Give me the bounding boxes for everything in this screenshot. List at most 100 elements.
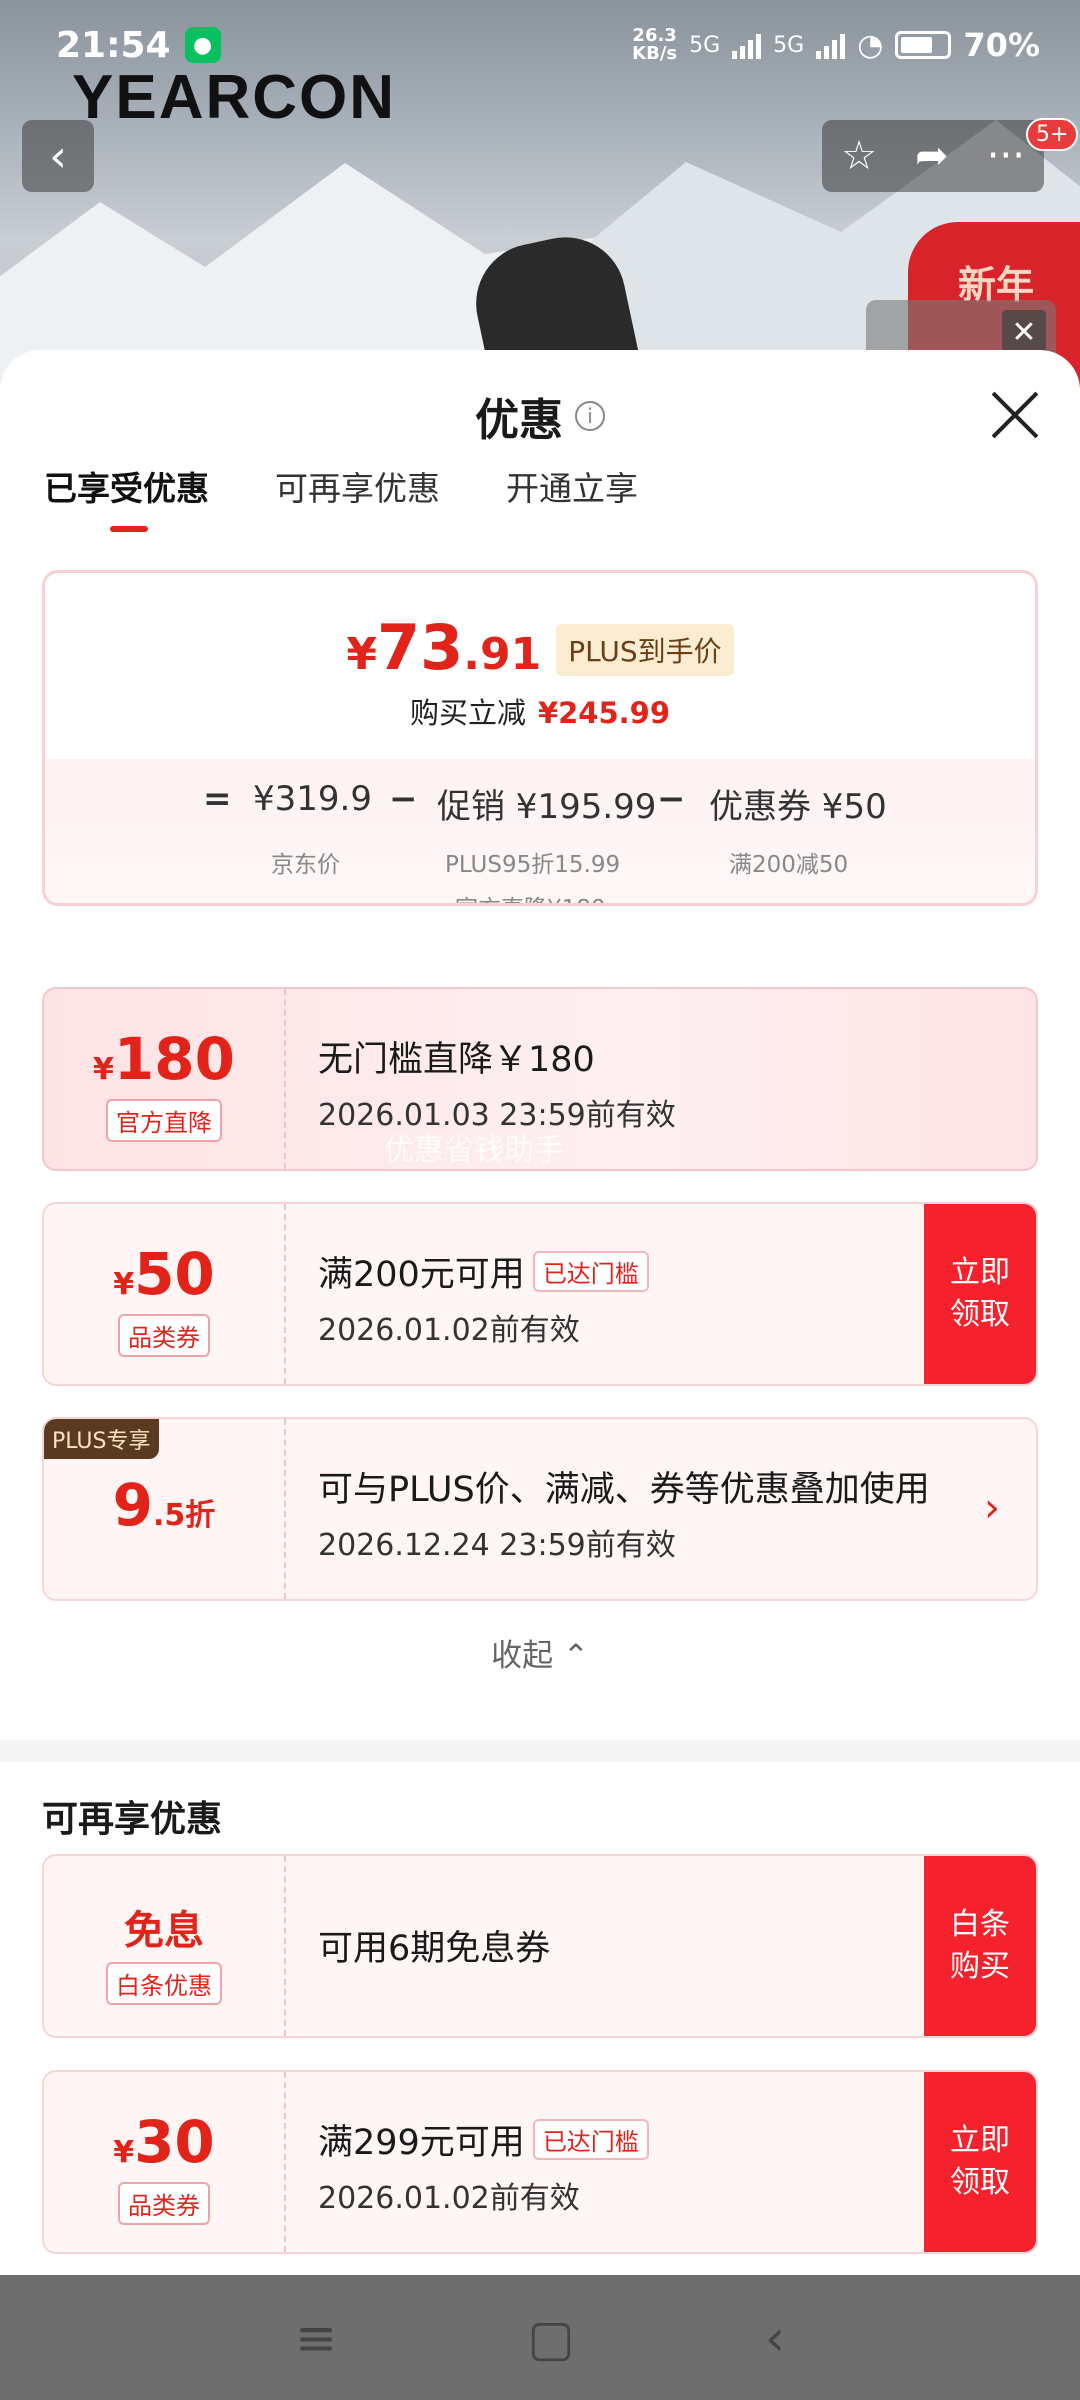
reached-badge: 已达门槛 (532, 1251, 649, 1292)
coupon-type-tag: 官方直降 (106, 1099, 222, 1142)
discount-sheet: 优惠 i 已享受优惠 可再享优惠 开通立享 ¥ 73 .91 PLUS到手价 购… (0, 350, 1080, 2275)
jd-price-label: 京东价 (271, 852, 340, 878)
coupon-amount: 免息 (44, 1898, 284, 1956)
price-summary: ¥ 73 .91 PLUS到手价 购买立减 ¥245.99 = ¥319.9 京东… (42, 570, 1038, 906)
action-label: 白条 (950, 1907, 1010, 1942)
coupon-title: 可与PLUS价、满减、券等优惠叠加使用 (318, 1470, 930, 1510)
chevron-right-icon[interactable]: › (984, 1485, 1000, 1531)
star-icon[interactable]: ☆ (841, 133, 877, 179)
back-button[interactable]: ‹ (22, 120, 94, 192)
coupon-sub: 满200减50 (729, 852, 849, 878)
sheet-header: 优惠 i (0, 350, 1080, 480)
currency-symbol: ¥ (113, 1267, 135, 1302)
price-decimal: .91 (463, 629, 542, 680)
reached-badge: 已达门槛 (532, 2119, 649, 2160)
reduce-label: 购买立减 (409, 696, 526, 730)
back-icon[interactable]: ‹ (765, 2309, 785, 2367)
coupon-date: 2026.12.24 23:59前有效 (318, 1528, 676, 1563)
amount-text: 免息 (124, 1908, 204, 1954)
price-integer: 73 (376, 611, 464, 684)
claim-label: 领取 (950, 2165, 1010, 2200)
claim-label: 立即 (950, 2123, 1010, 2158)
coupon-title: 满200元可用 已达门槛 (318, 1246, 916, 1297)
wifi-icon: ◔ (857, 27, 884, 63)
coupon-card: ¥ 50 品类券 满200元可用 已达门槛 2026.01.02前有效 立即领取 (42, 1202, 1038, 1386)
share-icon[interactable]: ➦ (915, 133, 949, 179)
final-price: ¥ 73 .91 (346, 611, 541, 684)
amount-number: 180 (113, 1025, 235, 1093)
coupon-date: 2026.01.02前有效 (318, 1313, 580, 1348)
minus-sign: − (389, 779, 418, 819)
claim-label: 领取 (950, 1297, 1010, 1332)
claim-button[interactable]: 立即 领取 (924, 2072, 1036, 2252)
amount-number: 30 (134, 2108, 215, 2176)
status-time: 21:54 (56, 24, 171, 66)
coupon-card: ¥ 30 品类券 满299元可用 已达门槛 2026.01.02前有效 立即 领取 (42, 2070, 1038, 2254)
reduce-value: ¥245.99 (537, 696, 671, 730)
signal-icon (816, 31, 846, 59)
close-icon[interactable] (990, 390, 1040, 440)
promo-value: 促销 ¥195.99 (437, 787, 657, 827)
section-title: 可再享优惠 (42, 1799, 223, 1840)
status-bar: 21:54 ● 26.3 KB/s 5G 5G ◔ 70% (0, 0, 1080, 90)
coupon-type-tag: 品类券 (118, 1314, 210, 1357)
system-nav-bar: ≡ ▢ ‹ (0, 2275, 1080, 2400)
wechat-icon: ● (184, 27, 221, 63)
watermark-text: 优惠省钱助手 (384, 1133, 564, 1168)
action-label: 购买 (950, 1949, 1010, 1984)
coupon-amount: ¥ 50 (44, 1240, 284, 1308)
signal-label: 5G (689, 32, 721, 58)
coupon-value: 优惠券 ¥50 (709, 787, 887, 827)
coupon-amount: ¥ 180 (44, 1025, 284, 1093)
top-actions: ☆ ➦ ··· (822, 120, 1044, 192)
coupon-card[interactable]: PLUS专享 9 .5折 可与PLUS价、满减、券等优惠叠加使用 2026.12… (42, 1417, 1038, 1601)
coupon-card: 免息 白条优惠 可用6期免息券 白条购买 (42, 1854, 1038, 2038)
amount-number: 50 (134, 1240, 215, 1308)
amount-suffix: .5折 (153, 1498, 216, 1533)
sheet-title: 优惠 i (475, 384, 605, 448)
more-icon[interactable]: ··· (987, 133, 1025, 179)
battery-icon (895, 31, 952, 59)
currency-symbol: ¥ (93, 1052, 114, 1087)
signal-label: 5G (773, 32, 805, 58)
collapse-button[interactable]: 收起 ⌃ (0, 1630, 1080, 1675)
price-symbol: ¥ (346, 629, 377, 680)
plus-price-tag: PLUS到手价 (556, 624, 734, 676)
reduce-line: 购买立减 ¥245.99 (45, 690, 1035, 732)
coupon-type-tag: 白条优惠 (106, 1962, 222, 2005)
tab-more[interactable]: 可再享优惠 (275, 462, 440, 532)
promo-sub: 官方直降¥180 (455, 889, 606, 903)
tab-open[interactable]: 开通立享 (506, 462, 638, 532)
info-icon[interactable]: i (575, 401, 605, 431)
sheet-title-text: 优惠 (475, 395, 563, 446)
amount-number: 9 (112, 1471, 154, 1539)
coupon-title: 无门槛直降￥180 (318, 1040, 595, 1080)
price-breakdown: = ¥319.9 京东价 − 促销 ¥195.99 PLUS95折15.99 官… (45, 759, 1035, 903)
tab-enjoyed[interactable]: 已享受优惠 (44, 462, 209, 532)
coupon-amount: ¥ 30 (44, 2108, 284, 2176)
net-speed: 26.3 KB/s (632, 25, 678, 64)
claim-button[interactable]: 立即 领取 (924, 1204, 1036, 1384)
chevron-left-icon: ‹ (49, 130, 67, 182)
home-icon[interactable]: ▢ (527, 2309, 574, 2367)
close-icon[interactable]: ✕ (1002, 310, 1046, 354)
promo-sub: PLUS95折15.99 (445, 852, 621, 878)
menu-icon[interactable]: ≡ (295, 2309, 337, 2367)
minus-sign: − (657, 779, 686, 819)
coupon-title: 可用6期免息券 (318, 1929, 551, 1969)
currency-symbol: ¥ (113, 2135, 135, 2170)
equal-sign: = (203, 779, 232, 819)
jd-price: ¥319.9 (253, 779, 372, 819)
baitiao-buy-button[interactable]: 白条 购买 (924, 1856, 1036, 2036)
cart-badge: 5+ (1026, 118, 1079, 151)
signal-icon (732, 31, 762, 59)
coupon-amount: 9 .5折 (44, 1471, 284, 1539)
battery-percent: 70% (963, 26, 1040, 64)
claim-label: 立即 (950, 1255, 1010, 1290)
coupon-title: 满299元可用 已达门槛 (318, 2114, 916, 2165)
coupon-date: 2026.01.02前有效 (318, 2181, 580, 2216)
coupon-title-text: 满299元可用 (318, 2123, 525, 2163)
section-divider (0, 1740, 1080, 1762)
coupon-title-text: 满200元可用 (318, 1255, 525, 1295)
coupon-card: ¥ 180 官方直降 无门槛直降￥180 2026.01.03 23:59前有效… (42, 987, 1038, 1171)
